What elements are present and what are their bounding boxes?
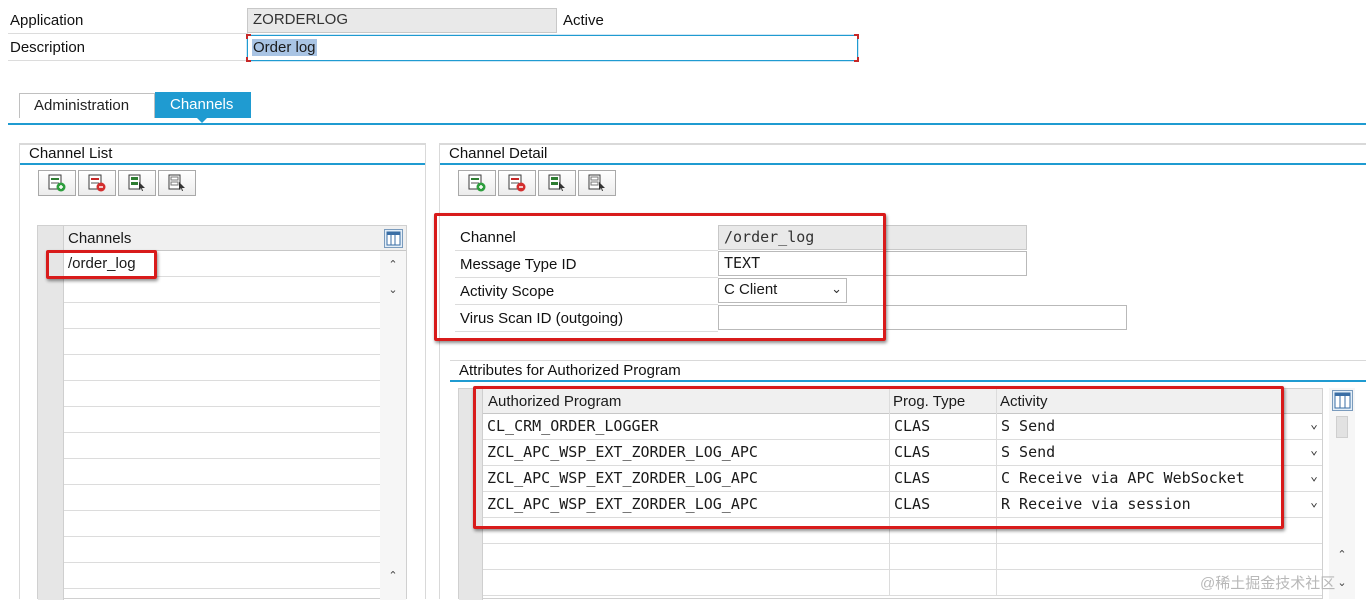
activity-cell — [996, 544, 1322, 570]
description-field[interactable]: Order log — [246, 34, 859, 62]
prog-type-cell — [889, 570, 996, 596]
tab-channels[interactable]: Channels — [155, 92, 251, 118]
channels-table: Channels /order_log ⌃ ⌄ ⌃ — [37, 225, 407, 600]
chevron-down-icon[interactable]: ⌄ — [1334, 574, 1350, 590]
delete-row-icon — [508, 174, 526, 192]
channel-list-title: Channel List — [29, 145, 113, 162]
tab-strip-line — [8, 123, 1366, 125]
column-settings-icon — [386, 231, 401, 246]
auth-table-scrollbar[interactable]: ⌃ ⌄ — [1329, 388, 1355, 599]
group-title-line — [450, 380, 1366, 382]
chevron-down-icon[interactable]: ⌄ — [1310, 443, 1318, 458]
chevron-up-icon[interactable]: ⌃ — [385, 567, 401, 583]
header-divider — [8, 33, 248, 34]
chevron-down-icon[interactable]: ⌄ — [1310, 495, 1318, 510]
watermark: @稀土掘金技术社区 — [1200, 575, 1336, 592]
program-cell — [483, 544, 889, 570]
tab-administration[interactable]: Administration — [19, 93, 155, 118]
channel-row[interactable] — [64, 485, 380, 511]
description-value: Order log — [252, 39, 317, 56]
program-row[interactable] — [483, 544, 1322, 570]
insert-row-button[interactable] — [38, 170, 76, 196]
panel-title-line — [20, 163, 425, 165]
group-top-line — [450, 360, 1366, 361]
authorized-program-title: Attributes for Authorized Program — [459, 362, 681, 379]
channel-row[interactable] — [64, 433, 380, 459]
application-label: Application — [10, 12, 84, 29]
scroll-thumb[interactable] — [1336, 416, 1348, 438]
channel-detail-title: Channel Detail — [449, 145, 548, 162]
insert-row-button-2[interactable] — [458, 170, 496, 196]
channel-row[interactable] — [64, 537, 380, 563]
column-settings-button[interactable] — [384, 229, 403, 248]
deselect-all-button[interactable] — [158, 170, 196, 196]
channel-row[interactable] — [64, 329, 380, 355]
channel-row[interactable] — [64, 277, 380, 303]
chevron-up-icon[interactable]: ⌃ — [385, 256, 401, 272]
active-tab-pointer — [196, 117, 208, 123]
header-divider-2 — [8, 60, 248, 61]
program-row[interactable] — [483, 570, 1322, 596]
channel-row[interactable] — [64, 563, 380, 589]
select-all-icon — [548, 174, 565, 191]
chevron-down-icon[interactable]: ⌄ — [1310, 469, 1318, 484]
delete-row-button[interactable] — [78, 170, 116, 196]
channels-column-header: Channels — [68, 230, 132, 247]
channel-highlight-box — [46, 250, 157, 279]
description-label: Description — [10, 39, 86, 56]
channel-row[interactable] — [64, 511, 380, 537]
channel-row[interactable] — [64, 459, 380, 485]
chevron-down-icon[interactable]: ⌄ — [385, 281, 401, 297]
status-label: Active — [563, 12, 604, 29]
column-settings-button-2[interactable] — [1332, 390, 1353, 411]
select-all-button-2[interactable] — [538, 170, 576, 196]
programs-highlight-box — [473, 386, 1284, 529]
prog-type-cell — [889, 544, 996, 570]
channels-scrollbar[interactable]: ⌃ ⌄ ⌃ — [380, 251, 406, 600]
panel-title-line-2 — [440, 163, 1366, 165]
channel-row[interactable] — [64, 381, 380, 407]
channel-row[interactable] — [64, 407, 380, 433]
deselect-all-icon — [588, 174, 605, 191]
detail-highlight-box — [434, 213, 886, 341]
insert-row-icon — [468, 174, 486, 192]
insert-row-icon — [48, 174, 66, 192]
channel-row[interactable] — [64, 355, 380, 381]
program-cell — [483, 570, 889, 596]
row-selector-column[interactable] — [38, 251, 64, 600]
application-field: ZORDERLOG — [247, 8, 557, 33]
deselect-all-button-2[interactable] — [578, 170, 616, 196]
channels-table-header: Channels — [38, 226, 406, 251]
delete-row-icon — [88, 174, 106, 192]
select-all-icon — [128, 174, 145, 191]
channel-row[interactable] — [64, 303, 380, 329]
chevron-up-icon[interactable]: ⌃ — [1334, 546, 1350, 562]
delete-row-button-2[interactable] — [498, 170, 536, 196]
column-settings-icon — [1334, 392, 1351, 409]
select-all-button[interactable] — [118, 170, 156, 196]
deselect-all-icon — [168, 174, 185, 191]
chevron-down-icon[interactable]: ⌄ — [1310, 417, 1318, 432]
